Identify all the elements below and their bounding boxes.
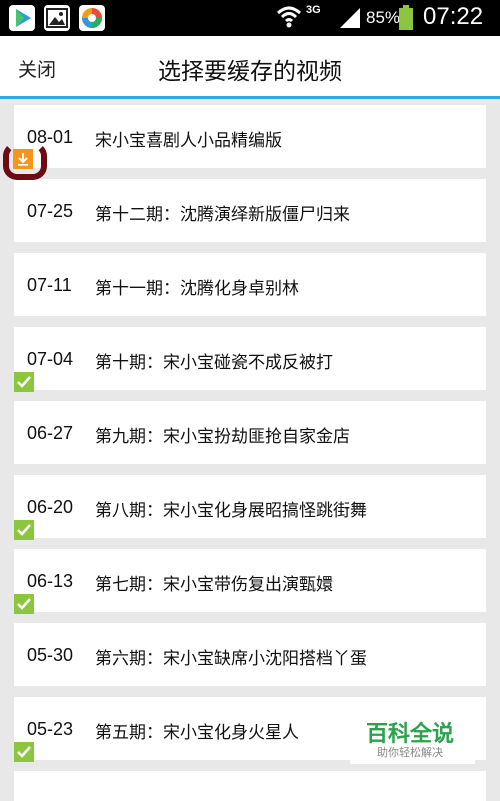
gallery-icon: [44, 5, 70, 31]
downloading-icon[interactable]: [13, 149, 33, 169]
video-title: 宋小宝喜剧人小品精编版: [95, 131, 282, 151]
video-row[interactable]: 06-20 第八期：宋小宝化身展昭搞怪跳街舞: [14, 475, 486, 538]
video-date: 07-11: [27, 275, 72, 295]
video-row[interactable]: 06-13 第七期：宋小宝带伤复出演甄嬛: [14, 549, 486, 612]
video-title: 第十期：宋小宝碰瓷不成反被打: [95, 353, 333, 373]
video-row-partial[interactable]: [14, 771, 486, 801]
video-title: 第十二期：沈腾演绎新版僵尸归来: [95, 205, 350, 225]
clock: 07:22: [423, 3, 484, 30]
app-header: 关闭 选择要缓存的视频: [0, 36, 500, 96]
video-title: 第九期：宋小宝扮劫匪抢自家金店: [95, 427, 350, 447]
video-date: 05-23: [27, 719, 74, 739]
video-row[interactable]: 05-30 第六期：宋小宝缺席小沈阳搭档丫蛋: [14, 623, 486, 686]
video-date: 06-13: [27, 571, 74, 591]
cached-check-icon[interactable]: [14, 594, 34, 614]
signal-icon: [338, 6, 362, 32]
video-row[interactable]: 07-11 第十一期：沈腾化身卓别林: [14, 253, 486, 316]
battery-percent: 85%: [366, 8, 401, 27]
video-title: 第五期：宋小宝化身火星人: [95, 723, 299, 743]
video-title: 第六期：宋小宝缺席小沈阳搭档丫蛋: [95, 649, 367, 669]
video-date: 07-25: [27, 201, 74, 221]
video-row[interactable]: 06-27 第九期：宋小宝扮劫匪抢自家金店: [14, 401, 486, 464]
battery-icon: [398, 5, 413, 30]
cached-check-icon[interactable]: [14, 742, 34, 762]
color-app-icon: [79, 5, 105, 31]
video-title: 第八期：宋小宝化身展昭搞怪跳街舞: [95, 501, 367, 521]
video-date: 07-04: [27, 349, 74, 369]
video-date: 06-27: [27, 423, 74, 443]
watermark: 百科全说 助你轻松解决: [350, 714, 475, 764]
video-row[interactable]: 07-04 第十期：宋小宝碰瓷不成反被打: [14, 327, 486, 390]
video-date: 06-20: [27, 497, 74, 517]
video-title: 第十一期：沈腾化身卓别林: [95, 279, 299, 299]
video-row[interactable]: 07-25 第十二期：沈腾演绎新版僵尸归来: [14, 179, 486, 242]
header-divider: [0, 96, 500, 99]
page-title: 选择要缓存的视频: [158, 59, 342, 85]
play-store-icon: [9, 5, 35, 31]
status-bar: 3G 85% 07:22: [0, 0, 500, 36]
video-title: 第七期：宋小宝带伤复出演甄嬛: [95, 575, 333, 595]
cached-check-icon[interactable]: [14, 520, 34, 540]
watermark-subtitle: 助你轻松解决: [377, 746, 443, 759]
cached-check-icon[interactable]: [14, 372, 34, 392]
wifi-icon: [276, 5, 302, 33]
video-date: 05-30: [27, 645, 74, 665]
video-row[interactable]: 08-01 宋小宝喜剧人小品精编版: [14, 105, 486, 168]
network-type: 3G: [306, 4, 321, 16]
